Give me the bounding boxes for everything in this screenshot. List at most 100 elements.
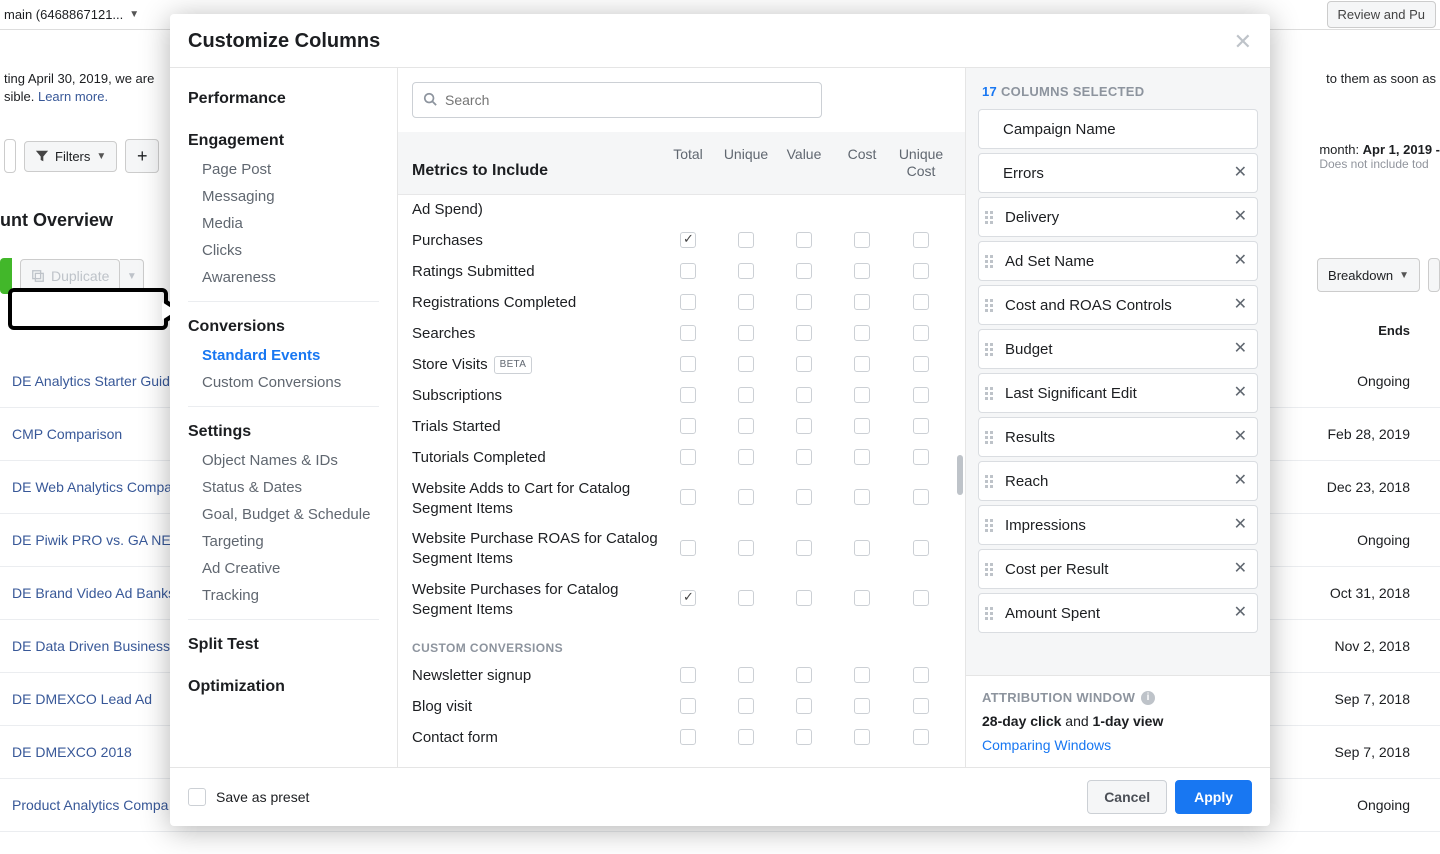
metric-checkbox[interactable] [796,729,812,745]
drag-handle-icon[interactable] [985,299,997,312]
selected-column-item[interactable]: Delivery✕ [978,197,1258,237]
remove-column-icon[interactable]: ✕ [1234,341,1247,357]
drag-handle-icon[interactable] [985,563,997,576]
remove-column-icon[interactable]: ✕ [1234,165,1247,181]
metric-checkbox[interactable] [913,590,929,606]
metric-checkbox[interactable] [680,418,696,434]
remove-column-icon[interactable]: ✕ [1234,385,1247,401]
metric-checkbox[interactable] [854,356,870,372]
metric-checkbox[interactable] [738,263,754,279]
sidebar-item[interactable]: Clicks [188,237,379,264]
metric-checkbox[interactable] [796,698,812,714]
sidebar-item[interactable]: Ad Creative [188,555,379,582]
selected-column-item[interactable]: Errors✕ [978,153,1258,193]
metric-checkbox[interactable] [854,729,870,745]
sidebar-group-title[interactable]: Conversions [188,312,379,342]
drag-handle-icon[interactable] [985,211,997,224]
metric-checkbox[interactable] [796,325,812,341]
drag-handle-icon[interactable] [985,607,997,620]
metric-checkbox[interactable] [738,325,754,341]
selected-column-item[interactable]: Ad Set Name✕ [978,241,1258,281]
selected-column-item[interactable]: Budget✕ [978,329,1258,369]
metric-checkbox[interactable] [738,698,754,714]
metric-checkbox[interactable] [796,387,812,403]
sidebar-item[interactable]: Status & Dates [188,474,379,501]
metric-checkbox[interactable] [913,729,929,745]
sidebar-item[interactable]: Object Names & IDs [188,447,379,474]
metric-checkbox[interactable] [738,387,754,403]
remove-column-icon[interactable]: ✕ [1234,253,1247,269]
metric-checkbox[interactable] [796,667,812,683]
sidebar-item[interactable]: Custom Conversions [188,369,379,396]
metric-checkbox[interactable] [854,294,870,310]
metric-checkbox[interactable] [796,418,812,434]
selected-column-item[interactable]: Reach✕ [978,461,1258,501]
sidebar-item[interactable]: Awareness [188,264,379,291]
drag-handle-icon[interactable] [985,343,997,356]
metric-checkbox[interactable] [738,356,754,372]
sidebar-group-title[interactable]: Engagement [188,126,379,156]
sidebar-group-title[interactable]: Settings [188,417,379,447]
metric-checkbox[interactable] [796,263,812,279]
metric-checkbox[interactable] [854,590,870,606]
metric-checkbox[interactable] [738,729,754,745]
metric-checkbox[interactable] [854,449,870,465]
metric-checkbox[interactable] [854,325,870,341]
metric-checkbox[interactable] [680,294,696,310]
metric-checkbox[interactable] [913,418,929,434]
metric-checkbox[interactable] [854,232,870,248]
info-icon[interactable]: i [1141,691,1155,705]
metric-checkbox[interactable] [913,449,929,465]
drag-handle-icon[interactable] [985,519,997,532]
metric-checkbox[interactable] [680,540,696,556]
save-preset-checkbox[interactable] [188,788,206,806]
sidebar-item[interactable]: Messaging [188,183,379,210]
metric-checkbox[interactable] [680,489,696,505]
drag-handle-icon[interactable] [985,387,997,400]
remove-column-icon[interactable]: ✕ [1234,517,1247,533]
metric-checkbox[interactable] [680,729,696,745]
metric-checkbox[interactable] [854,667,870,683]
selected-column-item[interactable]: Cost and ROAS Controls✕ [978,285,1258,325]
close-icon[interactable]: ✕ [1234,31,1252,53]
remove-column-icon[interactable]: ✕ [1234,297,1247,313]
comparing-windows-link[interactable]: Comparing Windows [982,737,1254,753]
sidebar-group-title[interactable]: Optimization [188,672,379,702]
metric-checkbox[interactable] [913,263,929,279]
metric-checkbox[interactable] [913,356,929,372]
metric-checkbox[interactable] [738,590,754,606]
apply-button[interactable]: Apply [1175,780,1252,814]
metrics-list[interactable]: Ad Spend)PurchasesRatings SubmittedRegis… [398,195,965,767]
drag-handle-icon[interactable] [985,475,997,488]
metric-checkbox[interactable] [738,489,754,505]
metric-checkbox[interactable] [796,489,812,505]
metric-checkbox[interactable] [738,667,754,683]
remove-column-icon[interactable]: ✕ [1234,209,1247,225]
search-box[interactable] [412,82,822,118]
metric-checkbox[interactable] [854,489,870,505]
metric-checkbox[interactable] [680,449,696,465]
selected-columns-list[interactable]: Campaign NameErrors✕Delivery✕Ad Set Name… [966,109,1270,675]
sidebar-item[interactable]: Media [188,210,379,237]
metric-checkbox[interactable] [680,263,696,279]
sidebar-item[interactable]: Goal, Budget & Schedule [188,501,379,528]
metric-checkbox[interactable] [913,667,929,683]
drag-handle-icon[interactable] [985,431,997,444]
metric-checkbox[interactable] [796,590,812,606]
metric-checkbox[interactable] [796,294,812,310]
metric-checkbox[interactable] [913,294,929,310]
metric-checkbox[interactable] [854,540,870,556]
metric-checkbox[interactable] [680,325,696,341]
selected-column-item[interactable]: Results✕ [978,417,1258,457]
metric-checkbox[interactable] [796,449,812,465]
remove-column-icon[interactable]: ✕ [1234,473,1247,489]
sidebar-group-title[interactable]: Performance [188,84,379,114]
sidebar-item[interactable]: Standard Events [188,342,379,369]
remove-column-icon[interactable]: ✕ [1234,561,1247,577]
sidebar-item[interactable]: Targeting [188,528,379,555]
metric-checkbox[interactable] [738,232,754,248]
metric-checkbox[interactable] [796,540,812,556]
cancel-button[interactable]: Cancel [1087,780,1167,814]
metric-checkbox[interactable] [738,294,754,310]
metric-checkbox[interactable] [913,540,929,556]
